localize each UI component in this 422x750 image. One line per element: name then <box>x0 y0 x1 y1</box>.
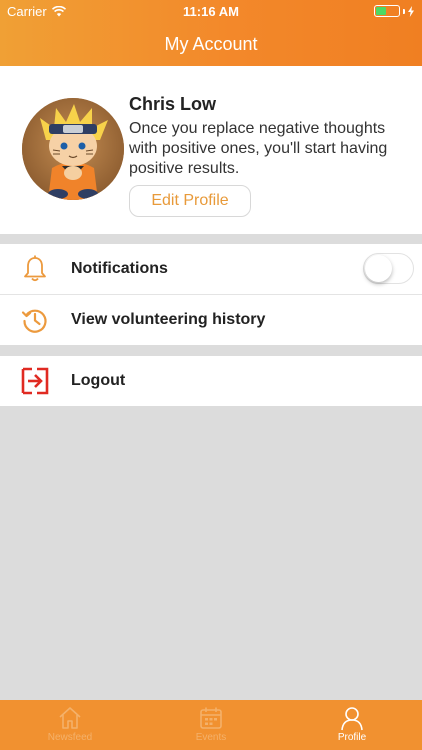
logout-row[interactable]: Logout <box>0 356 422 406</box>
battery-icon <box>374 5 400 17</box>
bell-icon <box>24 255 46 282</box>
notifications-label: Notifications <box>71 260 168 277</box>
edit-profile-button[interactable]: Edit Profile <box>129 185 251 217</box>
home-icon <box>59 707 81 729</box>
status-time: 11:16 AM <box>183 4 239 19</box>
battery-level <box>376 7 386 15</box>
tab-bar: Newsfeed Events Profile <box>0 700 422 750</box>
notifications-toggle[interactable] <box>363 253 414 284</box>
person-icon <box>341 707 363 731</box>
tab-label-events: Events <box>195 732 227 743</box>
battery-indicator <box>374 5 414 17</box>
avatar[interactable] <box>22 98 124 200</box>
history-row[interactable]: View volunteering history <box>0 295 422 345</box>
charging-icon <box>408 5 414 17</box>
page-title: My Account <box>164 34 258 54</box>
tab-label-newsfeed: Newsfeed <box>47 732 93 743</box>
calendar-icon <box>200 707 222 729</box>
toggle-knob <box>365 255 392 282</box>
status-bar: Carrier 11:16 AM <box>0 0 422 22</box>
logout-label: Logout <box>71 372 126 389</box>
profile-name: Chris Low <box>129 94 217 114</box>
tab-events[interactable]: Events <box>141 700 281 750</box>
profile-card: Chris Low Once you replace negative thou… <box>0 66 422 234</box>
profile-quote: Once you replace negative thoughts with … <box>129 120 388 177</box>
history-icon <box>21 309 47 333</box>
app-header: Carrier 11:16 AM My Account <box>0 0 422 66</box>
tab-label-profile: Profile <box>337 732 367 743</box>
logout-icon <box>21 367 49 395</box>
history-label: View volunteering history <box>71 311 266 328</box>
avatar-image <box>22 98 124 200</box>
notifications-row: Notifications <box>0 244 422 294</box>
tab-newsfeed[interactable]: Newsfeed <box>0 700 140 750</box>
tab-profile[interactable]: Profile <box>282 700 422 750</box>
